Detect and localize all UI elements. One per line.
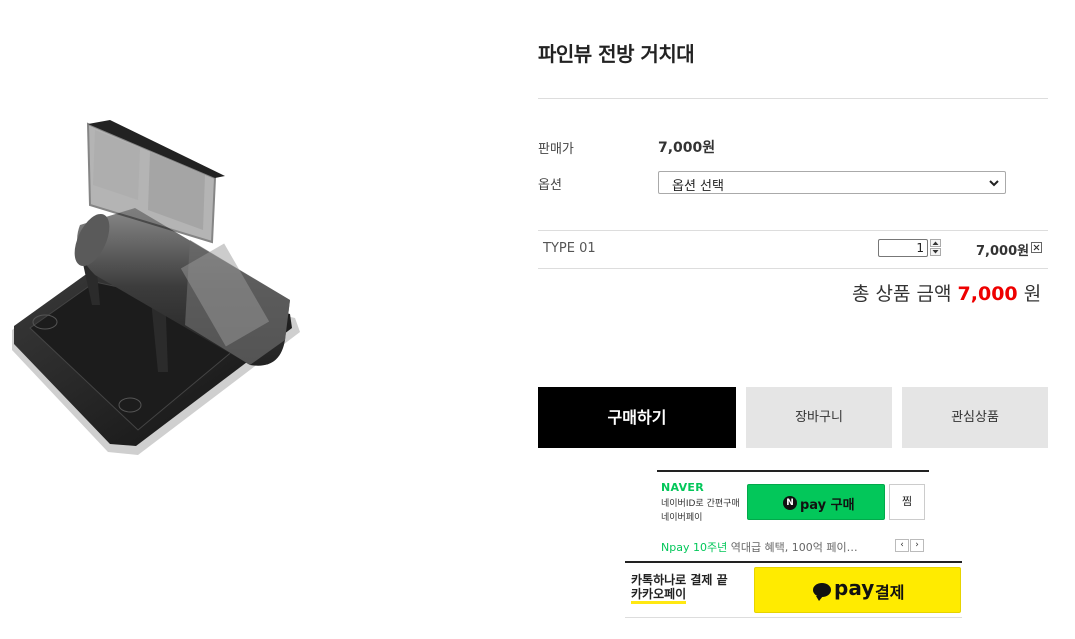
naver-pay-subtitle: 네이버ID로 간편구매 (661, 499, 740, 509)
naver-pay-promo[interactable]: Npay 10주년 역대급 혜택, 100억 페이… (661, 539, 858, 555)
caret-up-icon (932, 241, 939, 245)
kakao-pay-button[interactable]: pay 결제 (754, 567, 961, 613)
add-to-cart-button[interactable]: 장바구니 (746, 387, 892, 448)
kakao-pay-logo: pay (834, 576, 875, 600)
total-amount: 7,000 (957, 283, 1018, 305)
buy-now-button[interactable]: 구매하기 (538, 387, 736, 448)
selected-item-price: 7,000원 (976, 244, 1030, 259)
divider (538, 230, 1048, 231)
option-select[interactable]: 옵션 선택 (658, 171, 1006, 194)
divider (538, 98, 1048, 99)
option-select-value: 옵션 선택 (672, 179, 724, 194)
selected-item-name: TYPE 01 (543, 241, 596, 256)
close-icon (1033, 244, 1040, 251)
promo-highlight: Npay 10주년 (661, 541, 728, 554)
kakao-pay-name: 카카오페이 (631, 587, 687, 604)
total-unit: 원 (1023, 283, 1042, 305)
kakao-talk-bubble-icon (813, 583, 831, 601)
total-label: 총 상품 금액 (852, 283, 952, 305)
divider (538, 268, 1048, 269)
kakao-pay-button-label: 결제 (875, 583, 905, 602)
naver-n-icon: N (783, 496, 797, 510)
total-price: 총 상품 금액 7,000 원 (852, 279, 1041, 306)
quantity-input[interactable]: 1 (878, 239, 928, 257)
product-image (12, 120, 300, 455)
product-title: 파인뷰 전방 거치대 (538, 42, 695, 66)
quantity-up-button[interactable] (930, 239, 941, 247)
quantity-down-button[interactable] (930, 248, 941, 256)
promo-prev-button[interactable]: ‹ (895, 539, 909, 552)
naver-logo: NAVER (661, 481, 704, 494)
naver-pay-name: 네이버페이 (661, 513, 703, 523)
promo-next-button[interactable]: › (910, 539, 924, 552)
caret-down-icon (932, 250, 939, 254)
price-value: 7,000원 (658, 140, 716, 156)
chevron-down-icon (989, 180, 999, 187)
add-to-wishlist-button[interactable]: 관심상품 (902, 387, 1048, 448)
price-label: 판매가 (538, 142, 574, 157)
kakao-pay-tagline: 카톡하나로 결제 끝 (631, 573, 728, 587)
option-label: 옵션 (538, 178, 562, 193)
naver-pay-buy-button[interactable]: N pay 구매 (747, 484, 885, 520)
naver-pay-buy-label: pay 구매 (800, 498, 855, 513)
naver-wishlist-button[interactable]: 찜 (889, 484, 925, 520)
remove-item-button[interactable] (1031, 242, 1042, 253)
promo-text: 역대급 혜택, 100억 페이… (727, 541, 858, 554)
